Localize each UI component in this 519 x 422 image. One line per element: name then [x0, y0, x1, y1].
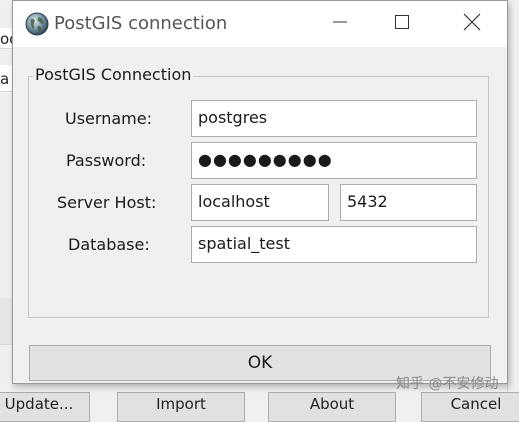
password-label: Password:	[66, 151, 147, 170]
groupbox-legend: PostGIS Connection	[33, 65, 194, 84]
password-field[interactable]: ●●●●●●●●●	[191, 142, 477, 179]
server-host-label: Server Host:	[57, 193, 157, 212]
background-window-row	[0, 298, 12, 345]
postgis-connection-dialog: PostGIS connection PostGIS Connection Us…	[12, 0, 508, 384]
database-field[interactable]: spatial_test	[191, 226, 477, 263]
close-icon	[463, 13, 481, 35]
username-label: Username:	[65, 109, 152, 128]
maximize-button[interactable]	[379, 1, 425, 47]
maximize-icon	[394, 14, 410, 34]
background-label: a	[0, 70, 10, 88]
globe-icon	[25, 12, 49, 36]
server-host-field[interactable]: localhost	[191, 184, 329, 221]
background-window-edge	[507, 0, 519, 410]
database-label: Database:	[68, 235, 150, 254]
minimize-button[interactable]	[317, 1, 363, 47]
username-field[interactable]: postgres	[191, 100, 477, 137]
title-bar[interactable]: PostGIS connection	[13, 1, 507, 47]
port-field[interactable]: 5432	[340, 184, 477, 221]
dialog-title: PostGIS connection	[54, 13, 228, 34]
close-button[interactable]	[449, 1, 495, 47]
background-update-button[interactable]: Update...	[0, 392, 90, 422]
background-cancel-button[interactable]: Cancel	[421, 392, 519, 422]
watermark-text: 知乎 @不安修动	[396, 376, 499, 392]
minimize-icon	[332, 14, 348, 34]
background-import-button[interactable]: Import	[117, 392, 245, 422]
background-about-button[interactable]: About	[268, 392, 396, 422]
